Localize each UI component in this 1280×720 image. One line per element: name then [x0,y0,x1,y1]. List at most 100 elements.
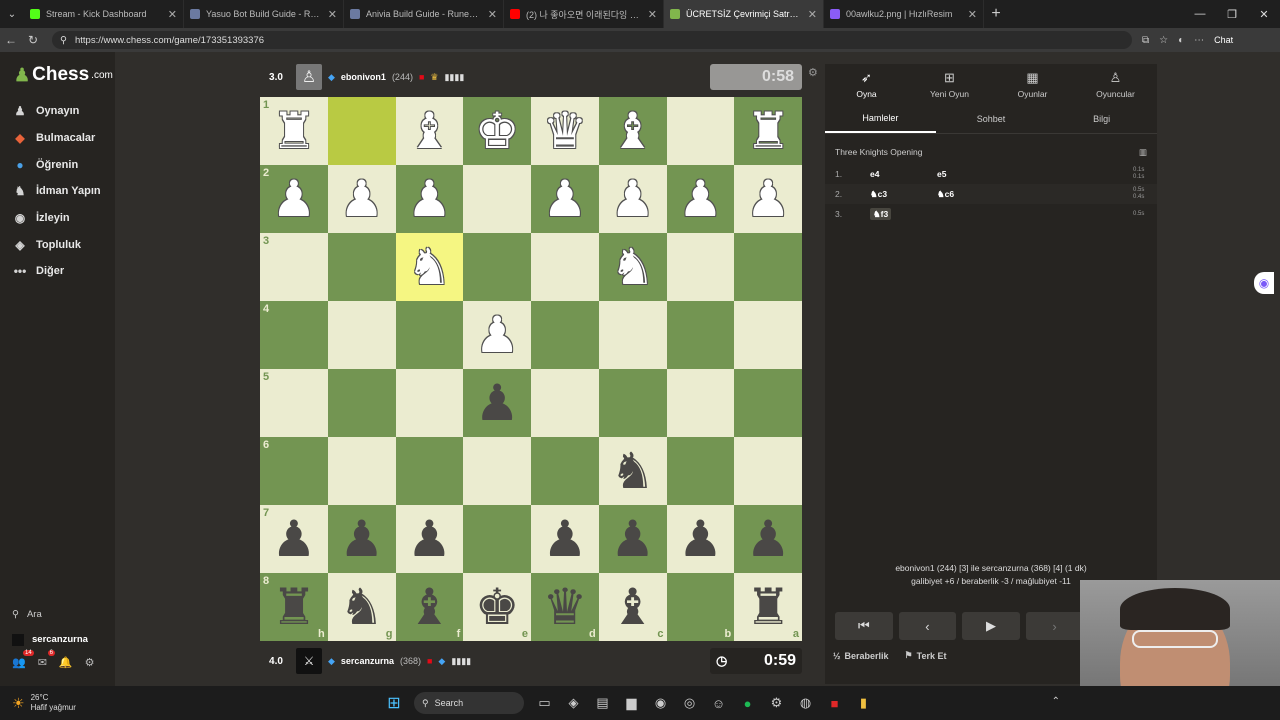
play-button[interactable]: ▶ [962,612,1020,640]
white-knight-icon[interactable]: ♞ [407,242,452,292]
bottom-player-name[interactable]: sercanzurna [341,656,394,666]
sidebar-item-2[interactable]: ● Öğrenin [12,151,112,178]
sidebar-item-1[interactable]: ◆ Bulmacalar [12,125,112,152]
start-icon[interactable]: ⊞ [380,693,408,713]
board-square[interactable]: ♚ [463,97,531,165]
board-square[interactable]: 7 ♟ [260,505,328,573]
restore-icon[interactable]: ❐ [1216,0,1248,28]
board-square[interactable]: ♟ [531,505,599,573]
board-square[interactable]: ♟ [598,165,667,233]
subtab-0[interactable]: Hamleler [825,104,936,133]
white-move[interactable]: ♞c3 [870,189,887,199]
panel-tab-3[interactable]: ♙ Oyuncular [1074,64,1157,104]
extensions-icon[interactable]: ⧉ [1142,35,1149,46]
obs-icon[interactable]: ◍ [791,695,820,711]
chess-board[interactable]: 1 ♜ ♝ ♚ ♛ ♝ ♜ 2 ♟ ♟ ♟ ♟ ♟ ♟ ♟ 3 ♞ ♞ 4 ♟ 5 ♟ 6 ♞ 7 ♟ ♟ ♟ ♟ ♟ ♟ ♟ 8 h ♜ g ♞ f ♝ e… [260,97,802,641]
tray-chevron-icon[interactable]: ⌃ [1052,696,1060,707]
board-square[interactable]: ♟ [666,505,735,573]
sidebar-search[interactable]: ⚲ Ara [12,602,112,627]
board-square[interactable] [734,233,802,301]
white-queen-icon[interactable]: ♛ [542,106,587,156]
store-icon[interactable]: ▤ [588,695,617,711]
black-queen-icon[interactable]: ♛ [542,582,587,632]
board-square[interactable]: 1 ♜ [260,97,328,165]
board-square[interactable] [666,97,735,165]
app-red-icon[interactable]: ■ [820,696,849,711]
board-square[interactable]: ♟ [463,369,531,437]
board-square[interactable] [327,233,396,301]
board-square[interactable] [734,301,802,369]
board-square[interactable] [531,301,599,369]
sidebar-user[interactable]: sercanzurna [12,627,112,652]
white-bishop-icon[interactable]: ♝ [610,106,655,156]
black-pawn-icon[interactable]: ♟ [542,514,587,564]
white-bishop-icon[interactable]: ♝ [407,106,452,156]
settings-icon[interactable]: ⚙ [85,656,95,669]
browser-tab[interactable]: Anivia Build Guide - Runes, Items ✕ [344,0,504,28]
black-rook-icon[interactable]: ♜ [271,582,316,632]
board-square[interactable]: ♝ [598,97,667,165]
steam-icon[interactable]: ⚙ [762,695,791,711]
board-square[interactable] [327,369,396,437]
friends-icon[interactable]: 👥 14 [12,650,34,669]
board-square[interactable] [395,301,464,369]
board-square[interactable]: 3 [260,233,328,301]
sidebar-item-5[interactable]: ◈ Topluluk [12,231,112,258]
sidebar-item-0[interactable]: ♟ Oynayın [12,98,112,125]
black-bishop-icon[interactable]: ♝ [407,582,452,632]
copilot-app-icon[interactable]: ◈ [559,695,588,711]
white-pawn-icon[interactable]: ♟ [475,310,520,360]
sidebar-item-4[interactable]: ◉ İzleyin [12,205,112,232]
browser-tab[interactable]: Stream - Kick Dashboard ✕ [24,0,184,28]
board-square[interactable] [598,369,667,437]
board-square[interactable] [666,301,735,369]
browser-tab[interactable]: 00awlku2.png | HızlıResim ✕ [824,0,984,28]
board-square[interactable] [666,233,735,301]
panel-tab-0[interactable]: ➶ Oyna [825,64,908,104]
white-pawn-icon[interactable]: ♟ [339,174,384,224]
board-square[interactable]: ♟ [734,165,802,233]
board-square[interactable]: 6 [260,437,328,505]
board-square[interactable]: ♟ [395,505,464,573]
white-king-icon[interactable]: ♚ [475,106,520,156]
white-pawn-icon[interactable]: ♟ [678,174,723,224]
site-info-icon[interactable]: ⚲ [60,35,67,46]
board-square[interactable]: ♞ [598,437,667,505]
minimize-icon[interactable]: — [1184,0,1216,28]
board-square[interactable] [327,437,396,505]
board-square[interactable]: ♟ [531,165,599,233]
board-square[interactable]: ♛ [531,97,599,165]
subtab-2[interactable]: Bilgi [1046,104,1157,133]
extension-float-icon[interactable]: ◉ [1254,272,1274,294]
black-move[interactable]: ♞c6 [937,189,1133,200]
profile-icon[interactable]: ◐ [1178,35,1184,46]
app-active-icon[interactable]: ▮ [849,695,878,711]
url-field[interactable]: ⚲ https://www.chess.com/game/17335139337… [52,31,1132,49]
board-square[interactable] [531,369,599,437]
black-knight-icon[interactable]: ♞ [339,582,384,632]
taskbar-search[interactable]: ⚲ Search [414,692,524,714]
board-square[interactable] [666,369,735,437]
white-pawn-icon[interactable]: ♟ [407,174,452,224]
white-move[interactable]: e4 [870,169,879,179]
board-square[interactable]: 4 [260,301,328,369]
black-knight-icon[interactable]: ♞ [610,446,655,496]
black-pawn-icon[interactable]: ♟ [475,378,520,428]
board-square[interactable]: d ♛ [531,573,599,641]
black-pawn-icon[interactable]: ♟ [678,514,723,564]
spotify-icon[interactable]: ● [733,696,762,711]
board-square[interactable] [463,165,531,233]
board-square[interactable]: ♟ [734,505,802,573]
chesscom-logo[interactable]: ♟ Chess .com [14,64,113,86]
board-square[interactable]: a ♜ [734,573,802,641]
black-pawn-icon[interactable]: ♟ [407,514,452,564]
white-pawn-icon[interactable]: ♟ [746,174,791,224]
board-square[interactable]: b [666,573,735,641]
weather-widget[interactable]: ☀ 26°C Hafif yağmur [0,693,380,713]
board-square[interactable]: ♜ [734,97,802,165]
board-square[interactable]: c ♝ [598,573,667,641]
board-square[interactable] [666,437,735,505]
black-move[interactable]: e5 [937,169,1133,179]
mail-icon[interactable]: ✉ 6 [38,650,55,669]
opening-name[interactable]: Three Knights Opening [835,147,922,157]
